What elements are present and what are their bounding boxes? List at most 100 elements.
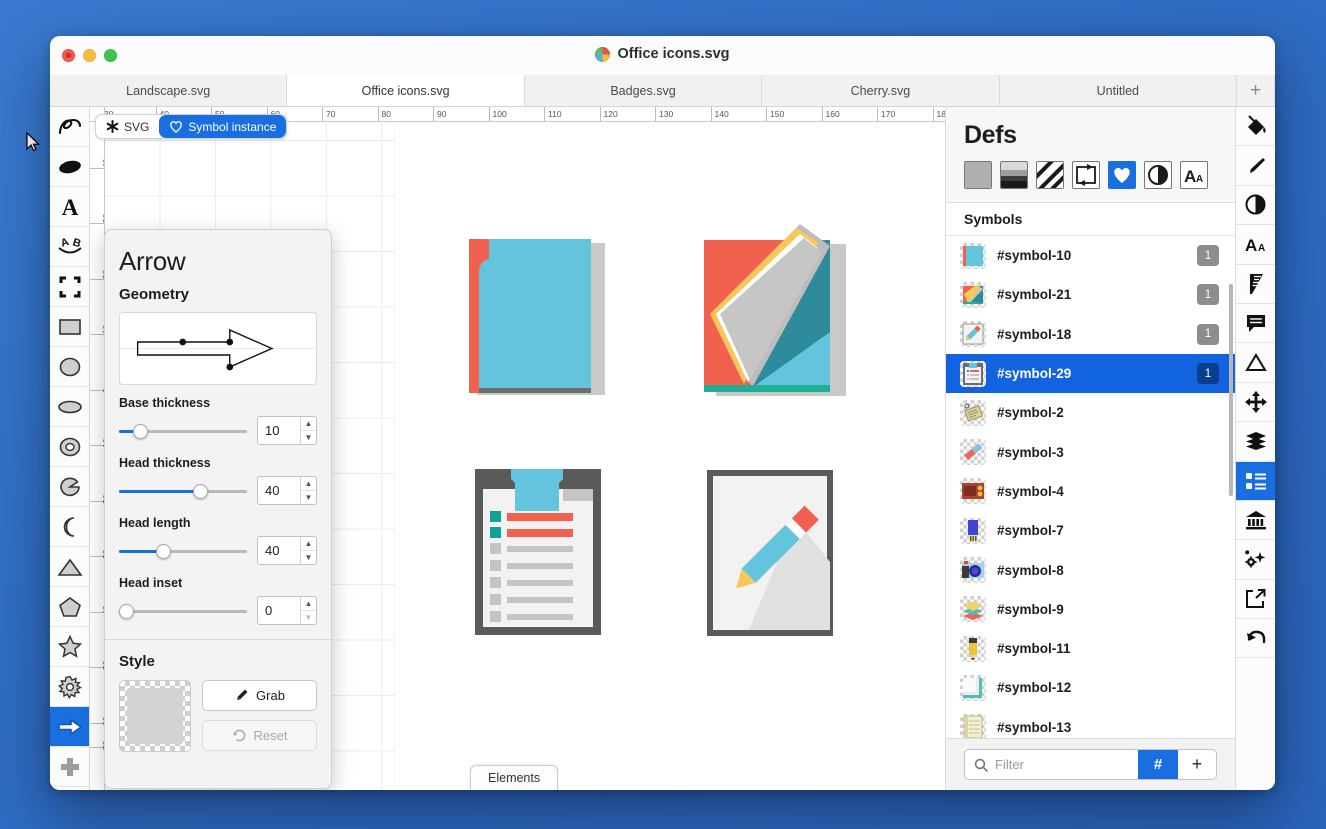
reset-button[interactable]: Reset	[202, 720, 317, 751]
breadcrumb-item-svg[interactable]: SVG	[96, 115, 159, 138]
envelope-icon-art[interactable]	[700, 222, 850, 402]
measure-panel[interactable]	[1236, 265, 1275, 304]
library-panel[interactable]	[1236, 501, 1275, 540]
circle-tool[interactable]	[50, 347, 89, 387]
folder-icon-art[interactable]	[467, 235, 615, 403]
transform-panel[interactable]	[1236, 383, 1275, 422]
slider-knob[interactable]	[156, 544, 171, 559]
solid-fill-def-button[interactable]	[964, 161, 992, 189]
stepper-value[interactable]: 10	[258, 417, 300, 444]
head-length-stepper[interactable]: 40 ▲ ▼	[257, 536, 317, 565]
stepper-down-icon[interactable]: ▼	[301, 611, 316, 624]
base-thickness-slider[interactable]	[119, 423, 247, 439]
shape-panel[interactable]	[1236, 343, 1275, 382]
brush-tool[interactable]	[1236, 146, 1275, 185]
layers-panel[interactable]	[1236, 422, 1275, 461]
typography-panel[interactable]: A A	[1236, 225, 1275, 264]
head-thickness-stepper[interactable]: 40 ▲ ▼	[257, 476, 317, 505]
contrast-tool[interactable]	[1236, 186, 1275, 225]
gradient-def-button[interactable]	[1000, 161, 1028, 189]
cross-tool[interactable]	[50, 747, 89, 787]
stepper-arrows[interactable]: ▲ ▼	[300, 597, 316, 624]
slider-knob[interactable]	[133, 424, 148, 439]
blob-tool[interactable]	[50, 147, 89, 187]
crop-tool[interactable]	[50, 267, 89, 307]
slider-knob[interactable]	[193, 484, 208, 499]
stepper-up-icon[interactable]: ▲	[301, 417, 316, 431]
effects-panel[interactable]	[1236, 540, 1275, 579]
symbols-list[interactable]: #symbol-10 1 #symbol-21 1 #symbol-18	[946, 236, 1235, 738]
elements-button[interactable]: Elements	[470, 765, 558, 790]
list-item[interactable]: #symbol-8	[946, 550, 1235, 589]
list-item[interactable]: #symbol-12	[946, 668, 1235, 707]
marker-def-button[interactable]	[1072, 161, 1100, 189]
stepper-up-icon[interactable]: ▲	[301, 597, 316, 611]
gear-tool[interactable]	[50, 667, 89, 707]
list-item[interactable]: #symbol-11	[946, 629, 1235, 668]
stepper-down-icon[interactable]: ▼	[301, 431, 316, 444]
export-panel[interactable]	[1236, 580, 1275, 619]
star-tool[interactable]	[50, 627, 89, 667]
clipboard-icon-art[interactable]	[473, 467, 603, 637]
stepper-up-icon[interactable]: ▲	[301, 537, 316, 551]
grab-button[interactable]: Grab	[202, 680, 317, 711]
list-item[interactable]: #symbol-10 1	[946, 236, 1235, 275]
list-item[interactable]: #symbol-2	[946, 393, 1235, 432]
comments-panel[interactable]	[1236, 304, 1275, 343]
tab-office-icons[interactable]: Office icons.svg	[287, 75, 524, 106]
stepper-down-icon[interactable]: ▼	[301, 551, 316, 564]
pie-tool[interactable]	[50, 467, 89, 507]
arrow-tool[interactable]	[50, 707, 89, 747]
stepper-value[interactable]: 0	[258, 597, 300, 624]
list-item[interactable]: #symbol-3	[946, 432, 1235, 471]
base-thickness-stepper[interactable]: 10 ▲ ▼	[257, 416, 317, 445]
head-inset-stepper[interactable]: 0 ▲ ▼	[257, 596, 317, 625]
breadcrumb-item-symbol-instance[interactable]: Symbol instance	[159, 115, 286, 138]
ellipse-tool[interactable]	[50, 387, 89, 427]
undo-button[interactable]	[1236, 619, 1275, 658]
new-tab-button[interactable]: +	[1237, 75, 1275, 106]
stepper-value[interactable]: 40	[258, 537, 300, 564]
tab-untitled[interactable]: Untitled	[1000, 75, 1237, 106]
stepper-down-icon[interactable]: ▼	[301, 491, 316, 504]
head-thickness-slider[interactable]	[119, 483, 247, 499]
list-item[interactable]: #symbol-13	[946, 708, 1235, 738]
stepper-value[interactable]: 40	[258, 477, 300, 504]
style-swatch[interactable]	[119, 680, 191, 752]
pattern-def-button[interactable]	[1036, 161, 1064, 189]
list-item[interactable]: #symbol-21 1	[946, 275, 1235, 314]
symbols-scrollbar[interactable]	[1229, 284, 1233, 496]
symbol-def-button[interactable]	[1108, 161, 1136, 189]
text-on-path-tool[interactable]: A B	[50, 227, 89, 267]
add-symbol-button[interactable]: +	[1178, 750, 1216, 779]
tab-badges[interactable]: Badges.svg	[525, 75, 762, 106]
arrow-geometry-preview[interactable]	[119, 312, 317, 385]
donut-tool[interactable]	[50, 427, 89, 467]
tab-landscape[interactable]: Landscape.svg	[50, 75, 287, 106]
filter-hash-button[interactable]: #	[1138, 750, 1178, 779]
text-tool[interactable]: A	[50, 187, 89, 227]
slider-knob[interactable]	[119, 604, 134, 619]
triangle-tool[interactable]	[50, 547, 89, 587]
filter-def-button[interactable]	[1144, 161, 1172, 189]
paint-bucket-tool[interactable]	[1236, 107, 1275, 146]
stepper-up-icon[interactable]: ▲	[301, 477, 316, 491]
defs-panel[interactable]	[1236, 462, 1275, 501]
list-item[interactable]: #symbol-18 1	[946, 315, 1235, 354]
curve-tool[interactable]	[50, 787, 89, 790]
list-item[interactable]: #symbol-4	[946, 472, 1235, 511]
font-def-button[interactable]: A A	[1180, 161, 1208, 189]
stepper-arrows[interactable]: ▲ ▼	[300, 477, 316, 504]
rectangle-tool[interactable]	[50, 307, 89, 347]
stepper-arrows[interactable]: ▲ ▼	[300, 537, 316, 564]
list-item[interactable]: #symbol-9	[946, 590, 1235, 629]
tab-cherry[interactable]: Cherry.svg	[762, 75, 999, 106]
head-inset-slider[interactable]	[119, 603, 247, 619]
moon-tool[interactable]	[50, 507, 89, 547]
pentagon-tool[interactable]	[50, 587, 89, 627]
head-length-slider[interactable]	[119, 543, 247, 559]
stepper-arrows[interactable]: ▲ ▼	[300, 417, 316, 444]
list-item[interactable]: #symbol-29 1	[946, 354, 1235, 393]
pen-tool[interactable]	[50, 107, 89, 147]
list-item[interactable]: #symbol-7	[946, 511, 1235, 550]
